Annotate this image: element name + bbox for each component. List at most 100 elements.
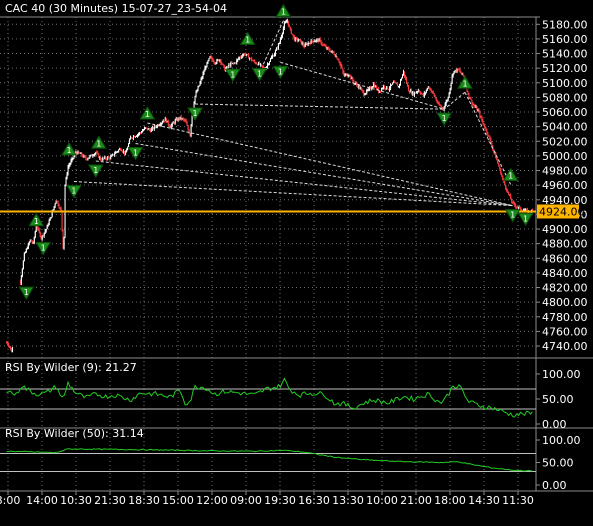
candle-up [114,153,116,156]
x-tick-label: 11:30 [502,494,534,507]
x-tick-label: 10:30 [60,494,92,507]
candle-up [193,102,195,108]
candle-up [335,56,337,58]
candle-down [507,191,509,193]
candle-down [120,148,122,151]
candle-down [363,91,365,96]
y-tick-label: 4840.00 [542,267,588,280]
candle-up [171,123,173,126]
rsi50-tick-label: 50.00 [542,457,574,470]
candle-up [104,157,106,159]
candle-up [237,58,239,61]
candle-down [218,59,220,62]
candle-down [113,154,115,156]
x-tick-label: 18:00 [434,494,466,507]
candle-down [508,191,510,195]
y-tick-label: 4980.00 [542,165,588,178]
candle-up [50,217,52,219]
candle-up [204,67,206,72]
candle-up [49,217,51,221]
candle-up [318,38,320,42]
candle-up [381,88,383,91]
candle-down [323,44,325,46]
candle-down [76,152,78,155]
candle-down [509,194,511,196]
candle-down [395,82,397,84]
y-tick-label: 5020.00 [542,135,588,148]
candle-up [386,86,388,89]
candle-down [178,118,180,120]
y-tick-label: 5180.00 [542,18,588,31]
candle-up [315,39,317,41]
rsi50-tick-label: 100.00 [542,434,581,447]
candle-down [321,43,323,45]
candle-down [474,105,476,108]
candle-up [135,136,137,138]
candle-up [29,239,31,243]
candle-down [488,135,490,137]
candle-up [147,128,149,130]
candle-down [406,83,408,86]
candle-down [515,205,517,207]
candle-up [267,64,269,67]
candle-up [35,226,37,232]
candle-down [5,342,7,344]
candle-down [299,39,301,41]
candle-up [446,100,448,102]
candle-up [284,22,286,24]
candle-down [469,97,471,99]
y-tick-label: 5080.00 [542,91,588,104]
candle-down [428,87,430,89]
candle-up [32,242,34,244]
fractal-arrow-digit: 1 [34,217,39,226]
candle-up [164,118,166,122]
candle-up [201,77,203,80]
candle-down [476,106,478,111]
candle-up [271,56,273,58]
candle-up [409,90,411,93]
candle-up [382,88,384,90]
candle-up [427,87,429,89]
candle-down [37,228,39,230]
candle-down [223,64,225,67]
candle-up [208,58,210,61]
candle-up [280,36,282,40]
candle-down [295,37,297,39]
fractal-arrow-digit: 1 [462,79,467,88]
candle-up [401,74,403,79]
candle-up [242,55,244,57]
candle-down [139,132,141,134]
candle-down [325,46,327,49]
candle-down [288,25,290,28]
candle-up [283,23,285,29]
candle-up [305,44,307,46]
candle-up [269,61,270,65]
y-tick-label: 4780.00 [542,311,588,324]
candle-up [136,135,138,137]
candle-down [374,83,376,88]
candle-down [187,125,189,130]
candle-down [459,70,461,73]
candle-down [81,153,83,156]
candle-down [289,27,291,29]
candle-up [228,64,230,67]
candle-up [360,88,362,90]
candle-up [77,151,79,155]
candle-up [400,78,402,81]
candle-up [142,129,144,131]
candle-down [462,72,464,76]
candle-down [328,48,330,51]
fractal-arrow-digit: 1 [523,214,528,223]
candle-up [351,78,353,80]
y-tick-label: 4820.00 [542,282,588,295]
candle-up [51,211,53,218]
candle-up [461,72,463,74]
candle-up [26,248,28,250]
x-tick-label: 8:00 [0,494,20,507]
candle-up [46,225,48,230]
candle-up [392,83,394,85]
candle-up [234,62,236,64]
candle-up [137,134,139,136]
candle-up [181,118,183,120]
chart-canvas: 11111111111111111111 8:0014:0010:3021:30… [0,0,593,526]
